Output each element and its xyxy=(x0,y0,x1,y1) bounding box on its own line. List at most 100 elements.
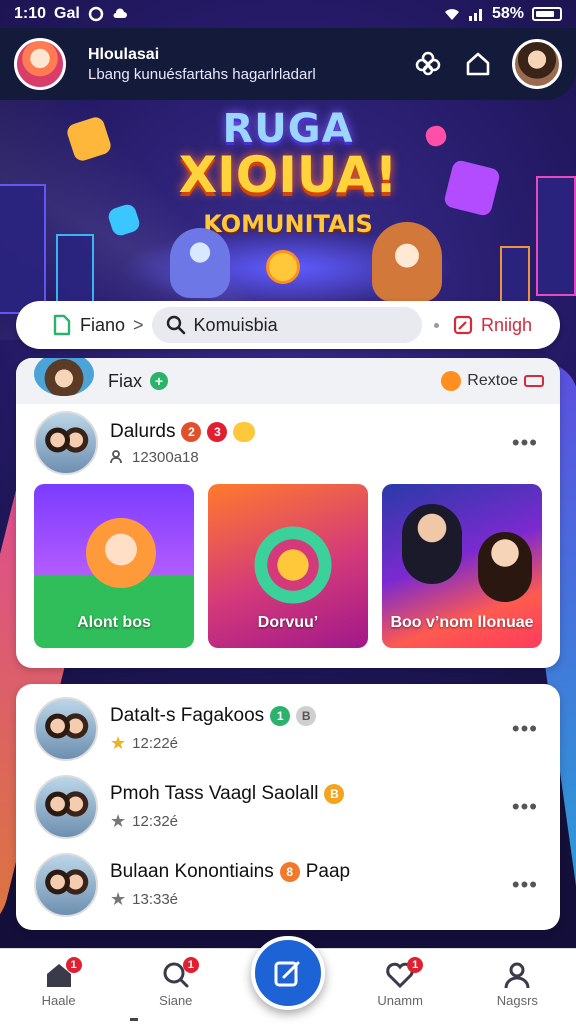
nav-label: Haale xyxy=(41,993,76,1008)
chat-bubble-icon xyxy=(248,520,338,610)
filter-item-fiano[interactable]: Fiano xyxy=(52,314,125,336)
person-figure xyxy=(402,504,462,584)
tile-gallery: Alont bos Dorvuu’ Boo v’nom llonuae xyxy=(16,482,560,650)
mascot-figure xyxy=(86,518,156,588)
mascot-bear xyxy=(170,228,230,298)
list-item-badge: B xyxy=(324,783,345,804)
star-icon: ★ xyxy=(110,732,127,753)
document-icon xyxy=(53,314,71,336)
clock-icon xyxy=(88,6,104,22)
user-avatar[interactable] xyxy=(512,39,562,89)
list-item-badge: 8 xyxy=(279,861,300,882)
profile-avatar[interactable] xyxy=(14,38,66,90)
card-header-right-label: Rextoe xyxy=(467,372,518,389)
clover-icon xyxy=(415,51,441,76)
featured-card: Fiax + Rextoe Dalurds 2 3 12300a18 ••• A… xyxy=(16,358,560,668)
post-row[interactable]: Dalurds 2 3 12300a18 ••• xyxy=(16,404,560,482)
list-item-title: Pmoh Tass Vaagl Saolall xyxy=(110,782,319,804)
signal-icon xyxy=(468,9,482,21)
house-icon xyxy=(466,52,490,76)
top-header: Hloulasai Lbang kunuésfartahs hagarlrlad… xyxy=(0,28,576,100)
nav-profile[interactable]: Nagsrs xyxy=(472,961,562,1008)
notification-badge: 1 xyxy=(65,957,82,973)
list-item-title: Bulaan Konontiains xyxy=(110,860,274,882)
post-avatar[interactable] xyxy=(34,853,98,917)
notification-badge: 1 xyxy=(407,957,424,973)
home-button[interactable] xyxy=(458,44,498,84)
status-bar: 1:10 Gal 58% xyxy=(0,0,576,28)
header-title: Hloulasai xyxy=(88,45,160,63)
nav-favorites[interactable]: 1 Unamm xyxy=(355,957,445,1008)
post-badge: 3 xyxy=(207,421,228,442)
breadcrumb-separator: > xyxy=(133,314,144,335)
filter-item-label: Fiano xyxy=(80,314,126,335)
nav-home[interactable]: 1 Haale xyxy=(14,957,104,1008)
battery-icon xyxy=(532,7,562,21)
hero-title-line3: KOMUNITAIS xyxy=(203,210,373,238)
header-subtitle: Lbang kunuésfartahs hagarlrladarl xyxy=(88,65,316,83)
list-item[interactable]: Bulaan Konontiains 8 Paap ★ 13:33é ••• xyxy=(16,846,560,924)
add-icon[interactable]: + xyxy=(150,372,169,390)
person-figure xyxy=(478,532,532,602)
more-options-button[interactable]: ••• xyxy=(508,794,542,820)
separator-dot xyxy=(433,322,439,328)
card-header: Fiax + Rextoe xyxy=(16,358,560,404)
list-item-title: Datalt-s Fagakoos xyxy=(110,704,265,726)
post-avatar[interactable] xyxy=(34,775,98,839)
search-icon xyxy=(166,315,185,335)
nav-label: Nagsrs xyxy=(496,993,538,1008)
group-avatar[interactable] xyxy=(34,358,94,396)
list-item-time: 12:32é xyxy=(132,812,179,830)
emoji-icon xyxy=(233,421,256,442)
filter-item-rniigh[interactable]: Rniigh xyxy=(453,315,532,336)
hero-title-line2: XIOIUA! xyxy=(178,146,398,204)
post-title: Dalurds xyxy=(110,420,176,442)
tile-label: Alont bos xyxy=(77,614,151,631)
post-meta: 12300a18 xyxy=(132,448,199,466)
post-avatar[interactable] xyxy=(34,697,98,761)
card-header-title: Fiax xyxy=(108,370,143,391)
ticket-icon xyxy=(524,375,544,387)
compose-icon xyxy=(274,961,300,987)
more-options-button[interactable]: ••• xyxy=(508,716,542,742)
status-carrier: Gal xyxy=(54,5,80,22)
status-time: 1:10 xyxy=(14,5,47,22)
star-icon: ★ xyxy=(110,810,127,831)
more-options-button[interactable]: ••• xyxy=(508,872,542,898)
gallery-tile[interactable]: Dorvuu’ xyxy=(208,484,368,648)
cloud-icon xyxy=(113,8,127,18)
community-list-card: Datalt-s Fagakoos 1 B ★ 12:22é ••• Pmoh … xyxy=(16,684,560,930)
post-badge: 2 xyxy=(181,421,202,442)
clover-button[interactable] xyxy=(408,44,448,84)
compose-button[interactable] xyxy=(251,936,325,1010)
user-icon xyxy=(504,962,530,989)
nav-search[interactable]: 1 Siane xyxy=(131,957,221,1008)
wifi-icon xyxy=(444,9,459,20)
hero-banner: RUGA XIOIUA! KOMUNITAIS xyxy=(20,100,556,306)
star-icon: ★ xyxy=(110,888,127,909)
nav-label: Unamm xyxy=(377,993,423,1008)
gallery-tile[interactable]: Alont bos xyxy=(34,484,194,648)
search-input[interactable]: Komuisbia xyxy=(151,307,422,343)
filter-right-label: Rniigh xyxy=(480,314,532,335)
users-icon xyxy=(110,450,122,464)
notification-badge: 1 xyxy=(182,957,199,973)
post-avatar[interactable] xyxy=(34,411,98,475)
list-item[interactable]: Pmoh Tass Vaagl Saolall B ★ 12:32é ••• xyxy=(16,768,560,846)
more-options-button[interactable]: ••• xyxy=(508,430,542,456)
list-item-badge: 1 xyxy=(270,705,291,726)
filter-bar: Fiano > Komuisbia Rniigh xyxy=(16,301,560,349)
header-text: Hloulasai Lbang kunuésfartahs hagarlrlad… xyxy=(88,46,398,83)
list-item[interactable]: Datalt-s Fagakoos 1 B ★ 12:22é ••• xyxy=(16,690,560,768)
list-item-badge: B xyxy=(296,705,317,726)
list-item-extra: Paap xyxy=(305,860,351,882)
gallery-tile[interactable]: Boo v’nom llonuae xyxy=(382,484,542,648)
list-item-time: 13:33é xyxy=(132,890,179,908)
card-header-right[interactable]: Rextoe xyxy=(441,371,544,391)
tile-label: Dorvuu’ xyxy=(257,614,319,631)
battery-percent: 58% xyxy=(491,5,524,22)
search-value: Komuisbia xyxy=(193,314,278,335)
emoji-icon xyxy=(441,371,462,391)
list-item-time: 12:22é xyxy=(132,734,179,752)
chat-bubble-icon xyxy=(266,250,300,284)
